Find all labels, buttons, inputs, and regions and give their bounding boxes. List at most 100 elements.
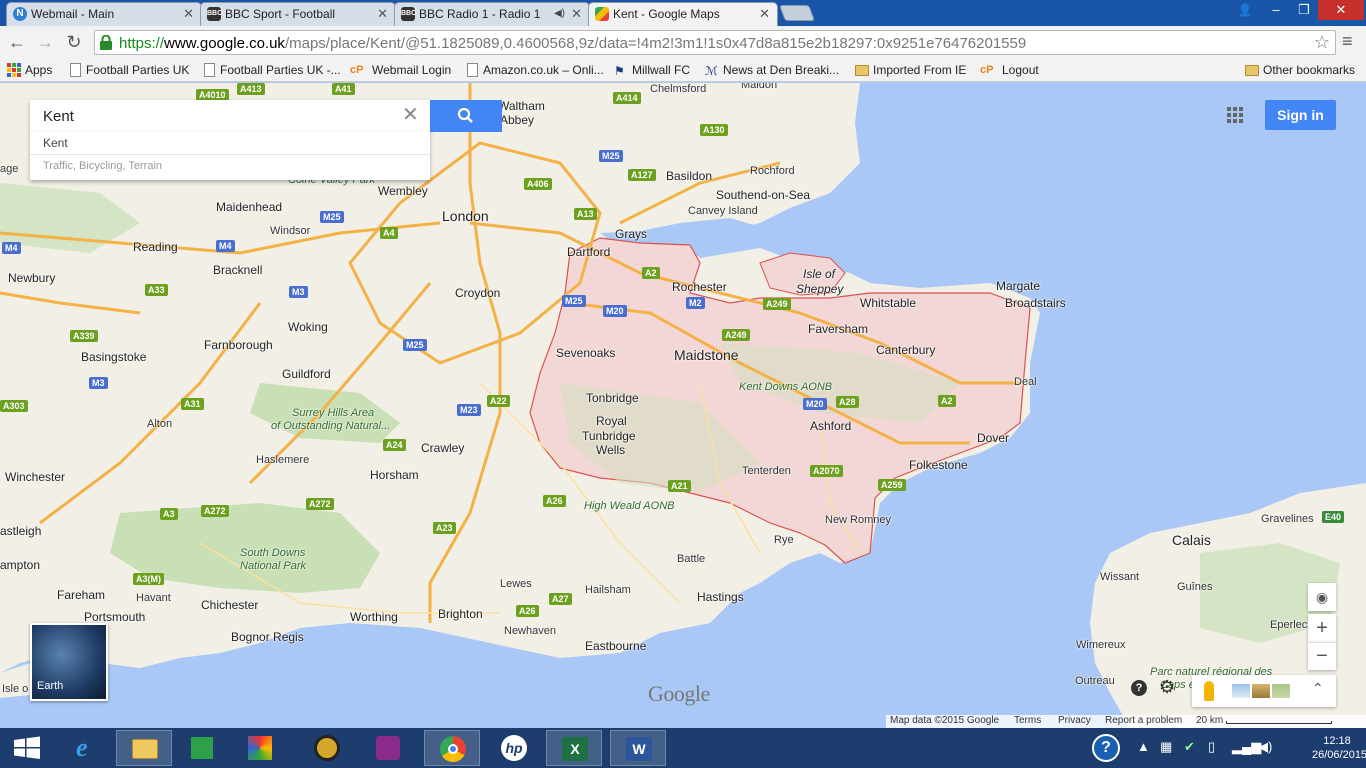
chevron-up-icon[interactable]: ⌃ xyxy=(1312,680,1324,697)
system-clock[interactable]: 12:18 26/06/2015 xyxy=(1312,734,1366,762)
bookmark-imported-ie[interactable]: Imported From IE xyxy=(855,62,966,79)
close-icon[interactable]: ✕ xyxy=(571,3,582,25)
forward-arrow-icon[interactable]: → xyxy=(34,31,56,53)
suggestion-layers[interactable]: Traffic, Bicycling, Terrain xyxy=(43,160,162,172)
search-button[interactable] xyxy=(430,100,502,132)
road-shield: A272 xyxy=(201,505,229,517)
map-canvas[interactable]: London Dartford Grays Basildon Southend-… xyxy=(0,83,1366,728)
close-icon[interactable]: ✕ xyxy=(377,3,388,25)
store-icon[interactable] xyxy=(174,730,230,766)
bookmark-football-parties[interactable]: Football Parties UK xyxy=(68,62,189,79)
sign-in-button[interactable]: Sign in xyxy=(1265,100,1336,130)
bookmark-news-at-den[interactable]: ℳ News at Den Breaki... xyxy=(705,62,839,79)
page-icon xyxy=(204,63,215,77)
word-icon[interactable]: W xyxy=(610,730,666,766)
place-label: Folkestone xyxy=(909,458,968,472)
security-tray-icon[interactable]: ✔ xyxy=(1184,739,1195,755)
imagery-thumb-icon[interactable] xyxy=(1232,684,1250,698)
device-tray-icon[interactable]: ▯ xyxy=(1208,739,1215,755)
tab-bbc-radio[interactable]: BBC BBC Radio 1 - Radio 1 ◀) ✕ xyxy=(394,2,590,26)
volume-icon[interactable]: ◀) xyxy=(1258,739,1272,755)
place-label: Canterbury xyxy=(876,343,936,357)
bookmark-other[interactable]: Other bookmarks xyxy=(1245,62,1355,79)
tab-bbc-sport[interactable]: BBC BBC Sport - Football ✕ xyxy=(200,2,396,26)
place-label: Hastings xyxy=(697,590,744,604)
apps-grid-icon[interactable] xyxy=(1227,107,1243,123)
park-label: of Outstanding Natural... xyxy=(271,420,391,432)
gear-icon[interactable]: ⚙ xyxy=(1159,677,1175,698)
chevron-up-icon[interactable]: ▲ xyxy=(1137,739,1150,754)
file-explorer-icon[interactable] xyxy=(116,730,172,766)
road-shield: A2 xyxy=(938,395,956,407)
place-label: Whitstable xyxy=(860,296,917,310)
app-icon[interactable] xyxy=(232,730,288,766)
close-icon[interactable]: ✕ xyxy=(759,3,770,25)
road-shield: A27 xyxy=(549,593,572,605)
minimize-button[interactable]: – xyxy=(1262,0,1290,20)
remote-desktop-icon[interactable] xyxy=(360,730,416,766)
place-label: Chichester xyxy=(201,598,259,612)
road-shield: M20 xyxy=(803,398,827,410)
chrome-icon[interactable] xyxy=(424,730,480,766)
pegman-icon[interactable] xyxy=(1204,681,1214,701)
bookmark-football-parties-2[interactable]: Football Parties UK -... xyxy=(202,62,341,79)
help-icon[interactable]: ? xyxy=(1131,680,1147,696)
park-label: High Weald AONB xyxy=(584,500,675,512)
my-location-button[interactable]: ◉ xyxy=(1308,583,1336,611)
bookmark-logout[interactable]: cP Logout xyxy=(980,62,1039,79)
imagery-thumb-icon[interactable] xyxy=(1252,684,1270,698)
road-shield: A41 xyxy=(332,83,355,95)
folder-icon xyxy=(1245,65,1259,76)
network-signal-icon[interactable]: ▂▄▆ xyxy=(1232,739,1261,755)
earth-view-toggle[interactable]: Earth xyxy=(30,623,108,701)
place-label: Margate xyxy=(996,279,1041,293)
maximize-button[interactable]: ❐ xyxy=(1290,0,1318,20)
back-arrow-icon[interactable]: ← xyxy=(6,31,28,53)
road-shield: A2 xyxy=(642,267,660,279)
news-icon: ℳ xyxy=(705,64,718,78)
bookmark-millwall[interactable]: ⚑ Millwall FC xyxy=(614,62,690,79)
user-icon[interactable]: 👤 xyxy=(1232,0,1258,20)
place-label: Winchester xyxy=(5,470,66,484)
bookmark-webmail-login[interactable]: cP Webmail Login xyxy=(350,62,451,79)
hp-icon[interactable]: hp xyxy=(486,730,542,766)
excel-icon[interactable]: X xyxy=(546,730,602,766)
apps-grid-icon xyxy=(7,63,21,77)
park-label: National Park xyxy=(240,560,307,572)
address-bar[interactable]: https://www.google.co.uk/maps/place/Kent… xyxy=(94,30,1336,55)
imagery-thumb-icon[interactable] xyxy=(1272,684,1290,698)
menu-icon[interactable]: ≡ xyxy=(1342,31,1353,52)
zoom-out-button[interactable]: − xyxy=(1308,642,1336,670)
tab-title: BBC Sport - Football xyxy=(225,7,336,21)
reload-icon[interactable]: ↻ xyxy=(63,31,85,53)
google-watermark: Google xyxy=(648,681,710,706)
terms-link[interactable]: Terms xyxy=(1014,715,1041,726)
tab-webmail[interactable]: N Webmail - Main ✕ xyxy=(6,2,202,26)
place-label: Newhaven xyxy=(504,625,556,637)
bookmark-apps[interactable]: Apps xyxy=(7,62,52,79)
close-icon[interactable]: ✕ xyxy=(183,3,194,25)
road-shield: M23 xyxy=(457,404,481,416)
clear-search-icon[interactable]: ✕ xyxy=(402,104,419,126)
privacy-link[interactable]: Privacy xyxy=(1058,715,1091,726)
zoom-in-button[interactable]: + xyxy=(1308,614,1336,642)
report-problem-link[interactable]: Report a problem xyxy=(1105,715,1182,726)
bookmark-star-icon[interactable]: ☆ xyxy=(1314,32,1330,53)
divider xyxy=(30,154,430,155)
help-tray-icon[interactable]: ? xyxy=(1092,734,1120,762)
suggestion-kent[interactable]: Kent xyxy=(43,136,68,150)
place-label: Sevenoaks xyxy=(556,346,616,360)
place-label: Faversham xyxy=(808,322,869,336)
internet-explorer-icon[interactable]: e xyxy=(58,730,114,766)
new-tab-button[interactable] xyxy=(779,5,815,21)
search-input[interactable] xyxy=(43,105,383,127)
tab-google-maps[interactable]: Kent - Google Maps ✕ xyxy=(588,2,778,26)
road-shield: M25 xyxy=(599,150,623,162)
close-window-button[interactable]: ✕ xyxy=(1318,0,1364,20)
bookmark-amazon[interactable]: Amazon.co.uk – Onli... xyxy=(465,62,604,79)
media-player-icon[interactable] xyxy=(300,730,356,766)
place-label: Southend-on-Sea xyxy=(716,188,811,202)
place-label: Gravelines xyxy=(1261,513,1314,525)
windows-tray-icon[interactable]: ▦ xyxy=(1160,739,1172,755)
start-button[interactable] xyxy=(0,730,56,766)
